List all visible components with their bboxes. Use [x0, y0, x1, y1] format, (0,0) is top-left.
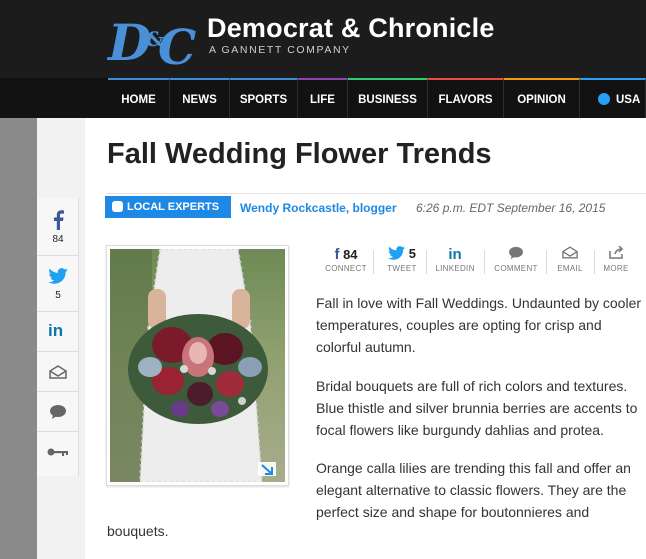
side-more-button[interactable] — [37, 432, 79, 472]
share-facebook-count: 84 — [343, 247, 358, 262]
side-share-bar: 84 5 in — [37, 198, 79, 476]
dc-logo[interactable]: D & C — [106, 12, 198, 70]
local-experts-badge[interactable]: LOCAL EXPERTS — [105, 196, 231, 218]
side-facebook-button[interactable]: 84 — [37, 198, 79, 256]
share-linkedin[interactable]: in LINKEDIN — [432, 246, 478, 276]
nav-sports[interactable]: SPORTS — [230, 78, 298, 118]
article-paragraph: Bridal bouquets are full of rich colors … — [316, 378, 638, 438]
share-twitter[interactable]: 5 TWEET — [379, 246, 425, 276]
share-email[interactable]: EMAIL — [547, 246, 593, 276]
share-twitter-label: TWEET — [387, 264, 417, 273]
side-facebook-count: 84 — [52, 234, 64, 245]
nav-opinion[interactable]: OPINION — [504, 78, 580, 118]
share-more-label: MORE — [603, 264, 629, 273]
share-facebook[interactable]: f 84 CONNECT — [323, 246, 369, 276]
nav-life[interactable]: LIFE — [298, 78, 348, 118]
facebook-icon — [54, 210, 64, 230]
badge-label: LOCAL EXPERTS — [127, 201, 220, 213]
globe-icon — [598, 93, 610, 105]
share-twitter-count: 5 — [408, 246, 416, 261]
share-divider — [373, 250, 374, 274]
share-linkedin-label: LINKEDIN — [435, 264, 475, 273]
nav-home[interactable]: HOME — [108, 78, 170, 118]
nav-news[interactable]: NEWS — [170, 78, 230, 118]
article-paragraph-tail: bouquets. — [107, 523, 169, 539]
article-title: Fall Wedding Flower Trends — [107, 138, 492, 170]
nav-flavors[interactable]: FLAVORS — [428, 78, 504, 118]
svg-text:C: C — [158, 20, 196, 70]
twitter-icon — [388, 246, 405, 260]
side-twitter-button[interactable]: 5 — [37, 256, 79, 312]
nav-usa-today[interactable]: USA T — [580, 78, 646, 146]
comment-icon — [50, 405, 66, 419]
title-divider — [107, 193, 646, 194]
article-paragraph: Orange calla lilies are trending this fa… — [316, 460, 631, 520]
share-more[interactable]: MORE — [593, 245, 639, 276]
nav-business[interactable]: BUSINESS — [348, 78, 428, 118]
email-icon — [562, 246, 578, 259]
bouquet-photo[interactable] — [110, 249, 285, 482]
side-linkedin-button[interactable]: in — [37, 312, 79, 352]
share-arrow-icon — [608, 245, 623, 259]
svg-text:D: D — [106, 13, 151, 70]
share-comment[interactable]: COMMENT — [493, 246, 539, 276]
side-twitter-count: 5 — [55, 290, 61, 301]
facebook-icon: f — [334, 246, 340, 263]
key-icon — [47, 448, 68, 456]
share-divider — [484, 250, 485, 274]
twitter-icon — [48, 268, 68, 284]
share-divider — [426, 250, 427, 274]
share-facebook-label: CONNECT — [325, 264, 367, 273]
brand-name[interactable]: Democrat & Chronicle — [207, 13, 495, 44]
side-email-button[interactable] — [37, 352, 79, 392]
left-rail — [0, 118, 37, 559]
article-paragraph: Fall in love with Fall Weddings. Undaunt… — [316, 295, 642, 355]
linkedin-icon: in — [48, 321, 64, 340]
author-link[interactable]: Wendy Rockcastle, blogger — [240, 201, 397, 215]
publish-timestamp: 6:26 p.m. EDT September 16, 2015 — [416, 201, 606, 215]
brand-tagline: A GANNETT COMPANY — [209, 44, 351, 56]
comment-icon — [509, 246, 523, 260]
share-comment-label: COMMENT — [494, 264, 538, 273]
side-comment-button[interactable] — [37, 392, 79, 432]
share-email-label: EMAIL — [557, 264, 583, 273]
email-icon — [49, 365, 67, 379]
badge-icon — [112, 201, 123, 212]
linkedin-icon: in — [448, 246, 462, 263]
